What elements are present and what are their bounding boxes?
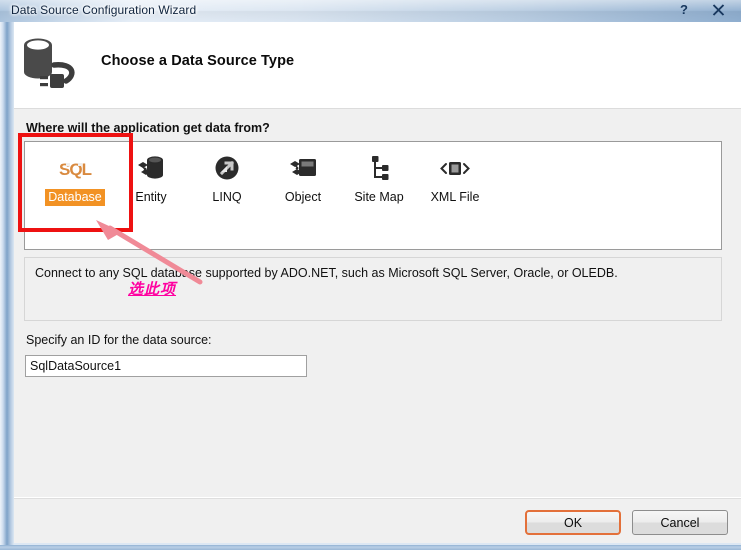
background-window-sliver [0, 545, 741, 550]
prompt-label: Where will the application get data from… [26, 121, 270, 135]
dialog-header: Choose a Data Source Type [14, 23, 741, 109]
source-label-linq: LINQ [212, 190, 242, 204]
source-item-site-map[interactable]: Site Map [342, 149, 416, 215]
close-button[interactable] [702, 0, 734, 19]
wizard-window: Data Source Configuration Wizard ? Choos… [0, 0, 741, 545]
title-bar: Data Source Configuration Wizard ? [0, 0, 741, 22]
data-source-type-list[interactable]: SQL Database Entity LINQ Object Site Map… [24, 141, 722, 250]
description-panel: Connect to any SQL database supported by… [24, 257, 722, 321]
data-source-id-label: Specify an ID for the data source: [26, 333, 212, 347]
source-item-xml-file[interactable]: XML File [418, 149, 492, 215]
entity-cylinder-icon [114, 149, 188, 187]
object-box-icon [266, 149, 340, 187]
database-plug-icon [24, 38, 75, 88]
ok-button[interactable]: OK [525, 510, 621, 535]
source-label-database: Database [45, 189, 105, 206]
close-icon [712, 4, 724, 16]
site-map-tree-icon [342, 149, 416, 187]
source-label-xml-file: XML File [430, 190, 480, 204]
source-label-entity: Entity [135, 190, 167, 204]
dialog-body: Where will the application get data from… [14, 109, 741, 497]
source-item-database[interactable]: SQL Database [38, 149, 112, 215]
page-title: Choose a Data Source Type [101, 53, 295, 69]
cancel-button[interactable]: Cancel [632, 510, 728, 535]
window-title: Data Source Configuration Wizard [11, 3, 197, 17]
source-label-site-map: Site Map [354, 190, 404, 204]
sql-database-icon: SQL [38, 149, 112, 187]
dialog-client-area: Choose a Data Source Type Where will the… [14, 22, 741, 543]
dialog-footer: OK Cancel [14, 497, 741, 543]
source-label-object: Object [284, 190, 322, 204]
svg-text:SQL: SQL [59, 160, 92, 179]
source-item-object[interactable]: Object [266, 149, 340, 215]
source-item-linq[interactable]: LINQ [190, 149, 264, 215]
help-button[interactable]: ? [668, 0, 700, 19]
xml-file-icon [418, 149, 492, 187]
source-item-entity[interactable]: Entity [114, 149, 188, 215]
linq-circle-arrow-icon [190, 149, 264, 187]
data-source-id-input[interactable] [25, 355, 307, 377]
description-text: Connect to any SQL database supported by… [35, 266, 618, 280]
